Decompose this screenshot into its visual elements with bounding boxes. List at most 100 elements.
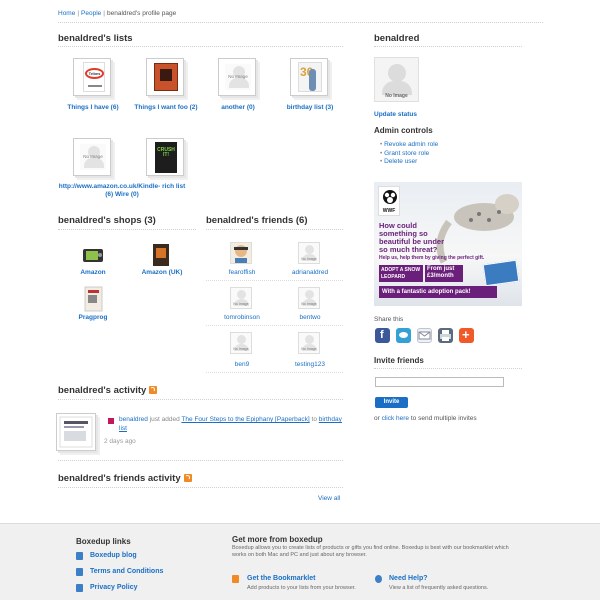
activity-item-link[interactable]: The Four Steps to the Epiphany [Paperbac… <box>181 416 309 423</box>
breadcrumb-home-link[interactable]: Home <box>58 10 75 17</box>
footer-blog-link[interactable]: Boxedup blog <box>90 552 137 559</box>
ad-cta[interactable]: ADOPT A SNOW LEOPARD <box>379 265 423 282</box>
friends-activity-heading: benaldred's friends activity <box>58 473 192 484</box>
friend-name-tomrobinson[interactable]: tomrobinson <box>212 314 272 321</box>
friend-name-testing123[interactable]: testing123 <box>280 361 340 368</box>
activity-user-avatar <box>108 418 114 424</box>
list-label-things-i-want[interactable]: Things I want foo (2) <box>133 104 199 112</box>
sidebar-username: benaldred <box>374 33 420 44</box>
friend-avatar-testing123[interactable]: No Image <box>298 332 320 354</box>
activity-item-thumb[interactable] <box>56 413 96 451</box>
footer-privacy-link[interactable]: Privacy Policy <box>90 584 137 591</box>
admin-link-grant[interactable]: • Grant store role <box>380 150 438 159</box>
no-image-text: No Image <box>83 154 103 159</box>
footer-more-text: Boxedup allows you to create lists of pr… <box>232 545 509 558</box>
friend-avatar-tomrobinson[interactable]: No Image <box>230 287 252 309</box>
tribes-cover-text: Tribes <box>85 68 104 79</box>
no-image-text: No Image <box>385 93 408 99</box>
list-thumb-birthday[interactable]: 30 <box>290 58 328 96</box>
footer-help-text: View a list of frequently asked question… <box>389 585 489 591</box>
amazon-shop-icon[interactable] <box>80 242 106 268</box>
wwf-brand: WWF <box>382 208 396 214</box>
friends-activity-title: benaldred's friends activity <box>58 473 181 484</box>
breadcrumb-people-link[interactable]: People <box>81 10 101 17</box>
crush-it-cover-text: CRUSH IT! <box>157 147 175 158</box>
friends-row-divider <box>206 372 343 373</box>
email-share-icon[interactable] <box>417 328 432 343</box>
activity-preposition: to <box>311 416 317 423</box>
footer-help-link[interactable]: Need Help? <box>389 575 428 582</box>
profile-avatar: No Image <box>374 57 419 102</box>
footer-bookmarklet-text: Add products to your lists from your bro… <box>247 585 356 591</box>
wwf-advert[interactable]: WWF How could something so beautiful be … <box>374 182 522 306</box>
more-share-icon[interactable]: + <box>459 327 474 343</box>
activity-user-link[interactable]: benaldred <box>119 416 148 423</box>
activity-heading: benaldred's activity <box>58 385 158 396</box>
activity-action: just added <box>149 416 180 423</box>
admin-link-revoke[interactable]: • Revoke admin role <box>380 141 438 150</box>
help-icon <box>375 575 382 583</box>
friend-avatar-ben9[interactable]: No Image <box>230 332 252 354</box>
friend-avatar-bentwo[interactable]: No Image <box>298 287 320 309</box>
admin-controls-heading: Admin controls <box>374 126 433 135</box>
shop-label-pragprog[interactable]: Pragprog <box>68 314 118 322</box>
facebook-share-icon[interactable]: f <box>375 328 390 343</box>
rss-icon[interactable] <box>149 386 158 395</box>
footer-links-heading: Boxedup links <box>76 537 131 546</box>
list-label-amazon-kindle[interactable]: http://www.amazon.co.uk/Kindle- rich lis… <box>58 183 186 199</box>
friend-name-adrianaldred[interactable]: adrianaldred <box>280 269 340 276</box>
invite-email-input[interactable] <box>375 377 504 387</box>
activity-title: benaldred's activity <box>58 385 147 396</box>
friend-name-fearoffish[interactable]: fearoffish <box>212 269 272 276</box>
list-thumb-crush-it[interactable]: CRUSH IT! <box>146 138 184 176</box>
ad-headline: How could something so beautiful be unde… <box>379 221 445 254</box>
lists-divider <box>58 46 343 47</box>
amazon-uk-shop-icon[interactable] <box>148 242 174 268</box>
sidebar-divider <box>374 46 522 47</box>
pragprog-shop-icon[interactable] <box>80 286 106 312</box>
invite-rest: to send multiple invites <box>410 415 477 422</box>
friend-avatar-adrianaldred[interactable]: No Image <box>298 242 320 264</box>
view-all-link[interactable]: View all <box>318 495 340 502</box>
update-status-link[interactable]: Update status <box>374 111 417 118</box>
friends-row-divider <box>206 280 343 281</box>
print-share-icon[interactable] <box>438 328 453 343</box>
list-label-another[interactable]: another (0) <box>205 104 271 112</box>
invite-divider <box>374 368 522 369</box>
admin-link-delete[interactable]: • Delete user <box>380 158 438 167</box>
list-thumb-things-i-want[interactable] <box>146 58 184 96</box>
friend-avatar-fearoffish[interactable] <box>230 242 252 264</box>
shop-label-amazon-uk[interactable]: Amazon (UK) <box>136 269 188 277</box>
ad-price: From just £3/month <box>425 265 463 282</box>
privacy-icon <box>76 584 83 592</box>
friend-name-bentwo[interactable]: bentwo <box>280 314 340 321</box>
list-thumb-another[interactable]: No Image <box>218 58 256 96</box>
no-image-text: No Image <box>233 302 249 306</box>
share-heading: Share this <box>374 316 404 323</box>
list-label-birthday[interactable]: birthday list (3) <box>277 104 343 112</box>
site-footer: Boxedup links Boxedup blog Terms and Con… <box>0 523 600 600</box>
activity-text: benaldred just added The Four Steps to t… <box>119 415 344 433</box>
breadcrumb-current: benaldred's profile page <box>107 10 177 17</box>
footer-terms-link[interactable]: Terms and Conditions <box>90 568 163 575</box>
activity-time: 2 days ago <box>104 438 136 445</box>
list-thumb-amazon-kindle[interactable]: No Image <box>73 138 111 176</box>
activity-divider <box>58 399 343 400</box>
rss-icon[interactable] <box>183 474 192 483</box>
ad-footer: With a fantastic adoption pack! <box>379 286 497 298</box>
invite-or: or <box>374 415 380 422</box>
twitter-share-icon[interactable] <box>396 328 411 343</box>
invite-text: or click here to send multiple invites <box>374 415 477 422</box>
invite-click-here-link[interactable]: click here <box>382 415 409 422</box>
shop-label-amazon[interactable]: Amazon <box>68 269 118 277</box>
adoption-pack-image <box>482 259 520 287</box>
friend-name-ben9[interactable]: ben9 <box>212 361 272 368</box>
list-label-things-i-have[interactable]: Things I have (6) <box>60 104 126 112</box>
bookmarklet-icon <box>232 575 239 583</box>
no-image-text: No Image <box>233 347 249 351</box>
shops-heading: benaldred's shops (3) <box>58 215 156 226</box>
friends-activity-divider <box>58 487 343 488</box>
invite-button[interactable]: Invite <box>375 397 408 408</box>
footer-bookmarklet-link[interactable]: Get the Bookmarklet <box>247 575 315 582</box>
list-thumb-things-i-have[interactable]: Tribes <box>73 58 111 96</box>
